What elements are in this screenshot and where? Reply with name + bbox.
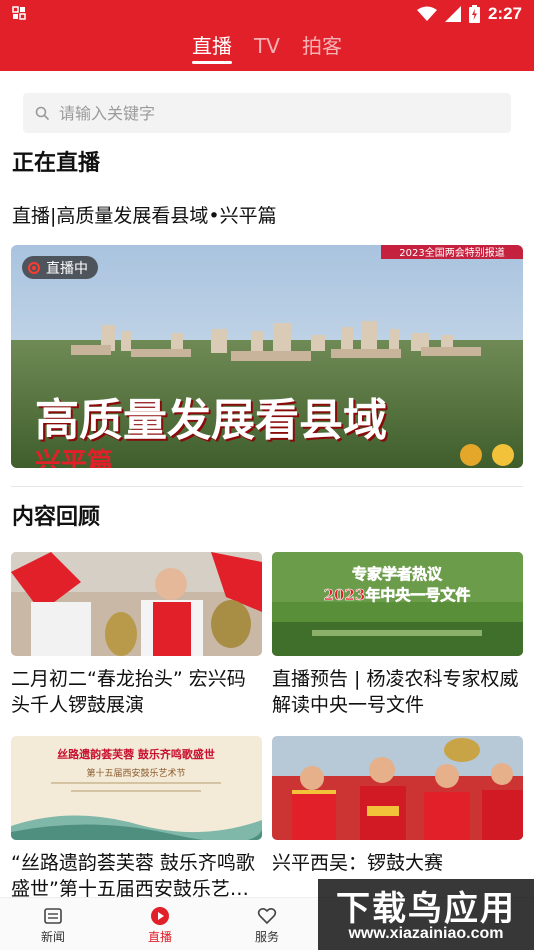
review-item[interactable]: 二月初二“春龙抬头” 宏兴码头千人锣鼓展演 xyxy=(11,552,262,718)
search-icon xyxy=(35,106,49,120)
thumb-line-2: 2023年中央一号文件 xyxy=(324,586,471,604)
thumb-line-1: 专家学者热议 xyxy=(352,565,443,583)
top-tabs: 直播 TV 拍客 xyxy=(0,30,534,68)
tab-paike[interactable]: 拍客 xyxy=(302,30,342,64)
live-badge: 直播中 xyxy=(22,256,98,279)
nav-news[interactable]: 新闻 xyxy=(13,906,93,945)
review-thumb xyxy=(11,552,262,656)
live-badge-label: 直播中 xyxy=(46,260,88,277)
review-item-title: 直播预告 | 杨凌农科专家权威解读中央一号文件 xyxy=(272,668,519,716)
search-bar[interactable] xyxy=(23,93,511,133)
battery-icon xyxy=(468,5,480,23)
app-header: 2:27 直播 TV 拍客 xyxy=(0,0,534,71)
nav-service[interactable]: 服务 xyxy=(227,906,307,945)
status-time: 2:27 xyxy=(487,4,522,23)
review-item-title: 兴平西吴：锣鼓大赛 xyxy=(272,852,444,874)
notification-icon xyxy=(12,6,26,20)
live-section-title: 正在直播 xyxy=(12,151,101,176)
review-item-title: “丝路遗韵荟芙蓉 鼓乐齐鸣歌盛世”第十五届西安鼓乐艺术节 xyxy=(11,852,255,900)
nav-service-label: 服务 xyxy=(254,930,279,944)
status-bar: 2:27 xyxy=(0,0,534,28)
review-item[interactable]: 丝路遗韵荟芙蓉 鼓乐齐鸣歌盛世 第十五届西安鼓乐艺术节 “丝路遗韵荟芙蓉 鼓乐齐… xyxy=(11,736,262,902)
nav-news-label: 新闻 xyxy=(40,930,65,944)
review-thumb: 专家学者热议 2023年中央一号文件 xyxy=(272,552,523,656)
tab-tv[interactable]: TV xyxy=(254,30,280,64)
nav-live[interactable]: 直播 xyxy=(120,906,200,945)
review-section-title: 内容回顾 xyxy=(12,505,101,530)
section-divider xyxy=(11,486,523,487)
tab-live[interactable]: 直播 xyxy=(192,30,233,64)
review-item-title: 二月初二“春龙抬头” 宏兴码头千人锣鼓展演 xyxy=(11,668,246,716)
review-item[interactable]: 专家学者热议 2023年中央一号文件 直播预告 | 杨凌农科专家权威解读中央一号… xyxy=(272,552,523,718)
review-thumb xyxy=(272,736,523,840)
live-item-title[interactable]: 直播|高质量发展看县域•兴平篇 xyxy=(12,201,277,228)
watermark: 下载鸟应用 www.xiazainiao.com xyxy=(318,879,534,950)
live-banner[interactable]: 2023全国两会特别报道 高质量发展看县域 高质量发展看县域 兴平篇 直播中 xyxy=(11,245,523,468)
news-icon xyxy=(44,908,62,924)
service-icon xyxy=(257,907,277,925)
banner-corner-text: 2023全国两会特别报道 xyxy=(399,246,504,259)
watermark-main: 下载鸟应用 xyxy=(336,889,516,929)
signal-icon xyxy=(444,6,461,22)
review-thumb: 丝路遗韵荟芙蓉 鼓乐齐鸣歌盛世 第十五届西安鼓乐艺术节 xyxy=(11,736,262,840)
search-input[interactable] xyxy=(59,103,479,123)
banner-subline: 兴平篇 xyxy=(35,447,113,468)
banner-headline: 高质量发展看县域 xyxy=(35,395,387,446)
thumb-line-2: 第十五届西安鼓乐艺术节 xyxy=(86,767,185,779)
thumb-line-1: 丝路遗韵荟芙蓉 鼓乐齐鸣歌盛世 xyxy=(57,747,215,761)
wifi-icon xyxy=(416,6,437,21)
watermark-url: www.xiazainiao.com xyxy=(348,925,504,942)
live-dot-icon xyxy=(28,261,40,274)
nav-live-label: 直播 xyxy=(147,930,172,944)
play-icon xyxy=(151,907,169,925)
review-item[interactable]: 兴平西吴：锣鼓大赛 xyxy=(272,736,523,876)
